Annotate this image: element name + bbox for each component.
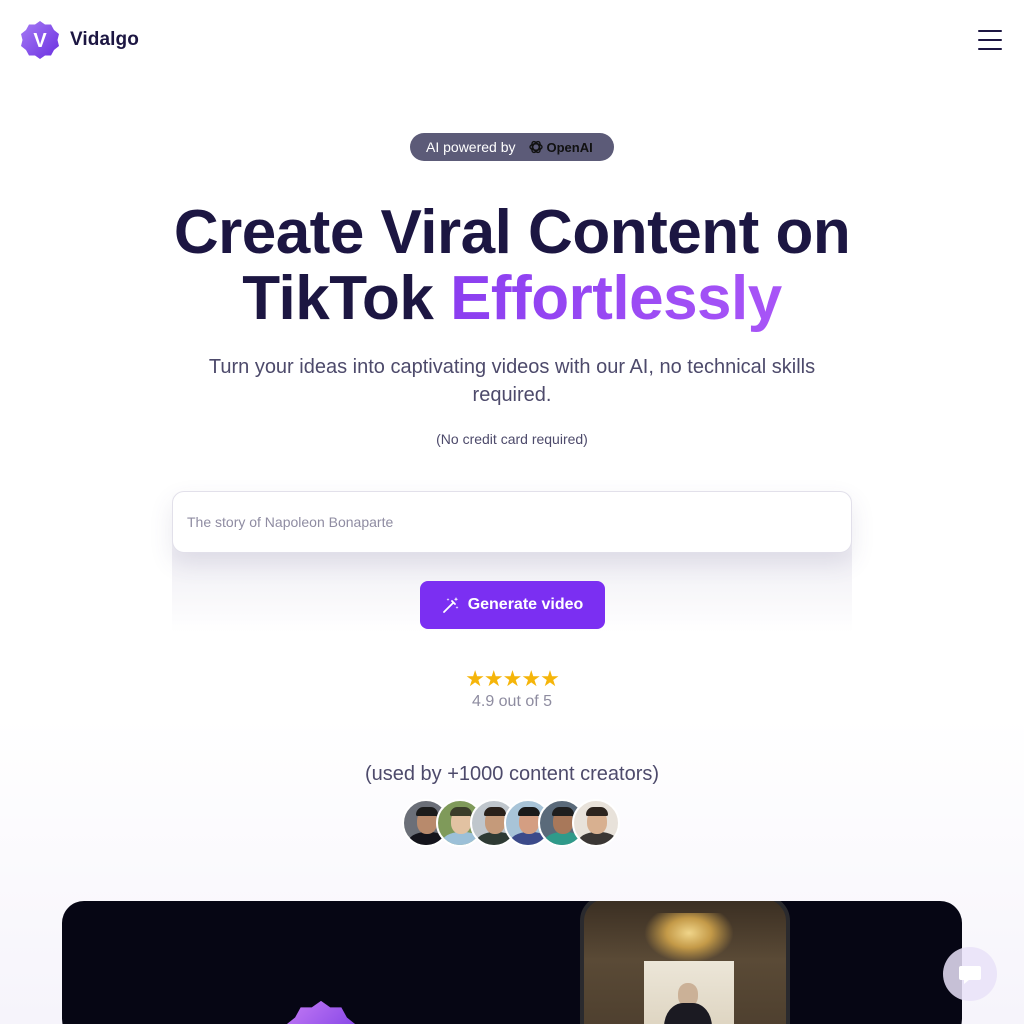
- star-rating-icons: ★★★★★: [465, 666, 560, 691]
- creator-avatars: [402, 799, 626, 849]
- hero-title-line1: Create Viral Content on: [173, 198, 851, 267]
- openai-icon: [528, 140, 543, 154]
- hero-title: Create Viral Content on TikTok Effortles…: [0, 200, 1024, 332]
- hero-title-accent: Effortlessly: [450, 264, 782, 333]
- demo-video-card[interactable]: [62, 901, 962, 1024]
- hero-subtitle: Turn your ideas into captivating videos …: [208, 356, 816, 406]
- top-nav: V Vidalgo: [0, 0, 1024, 80]
- logo-letter: V: [33, 30, 47, 52]
- generate-video-button[interactable]: Generate video: [420, 581, 605, 629]
- openai-wordmark: OpenAI: [546, 139, 593, 155]
- menu-icon[interactable]: [978, 30, 1002, 50]
- vidalgo-card-logo-icon: [286, 1000, 356, 1024]
- chat-button[interactable]: [943, 947, 997, 1001]
- brand-link[interactable]: V Vidalgo: [20, 20, 139, 60]
- prompt-input[interactable]: [172, 491, 852, 553]
- badge-label: AI powered by: [426, 139, 516, 155]
- magic-wand-icon: [442, 597, 459, 613]
- ai-powered-badge[interactable]: AI powered by OpenAI: [410, 133, 614, 161]
- hero-title-plain: TikTok: [242, 264, 434, 333]
- avatar: [572, 799, 620, 847]
- social-proof-text: (used by +1000 content creators): [364, 763, 660, 785]
- chat-icon: [959, 966, 981, 984]
- prompt-section: Generate video: [172, 491, 852, 633]
- rating-text: 4.9 out of 5: [471, 693, 553, 710]
- chandelier-image: [644, 913, 734, 963]
- no-credit-card-note: (No credit card required): [436, 431, 588, 447]
- phone-video-preview[interactable]: [580, 901, 790, 1024]
- openai-logo: OpenAI: [528, 139, 593, 155]
- brand-name: Vidalgo: [70, 29, 139, 50]
- generate-video-label: Generate video: [467, 596, 584, 613]
- vidalgo-logo-icon: V: [21, 21, 59, 59]
